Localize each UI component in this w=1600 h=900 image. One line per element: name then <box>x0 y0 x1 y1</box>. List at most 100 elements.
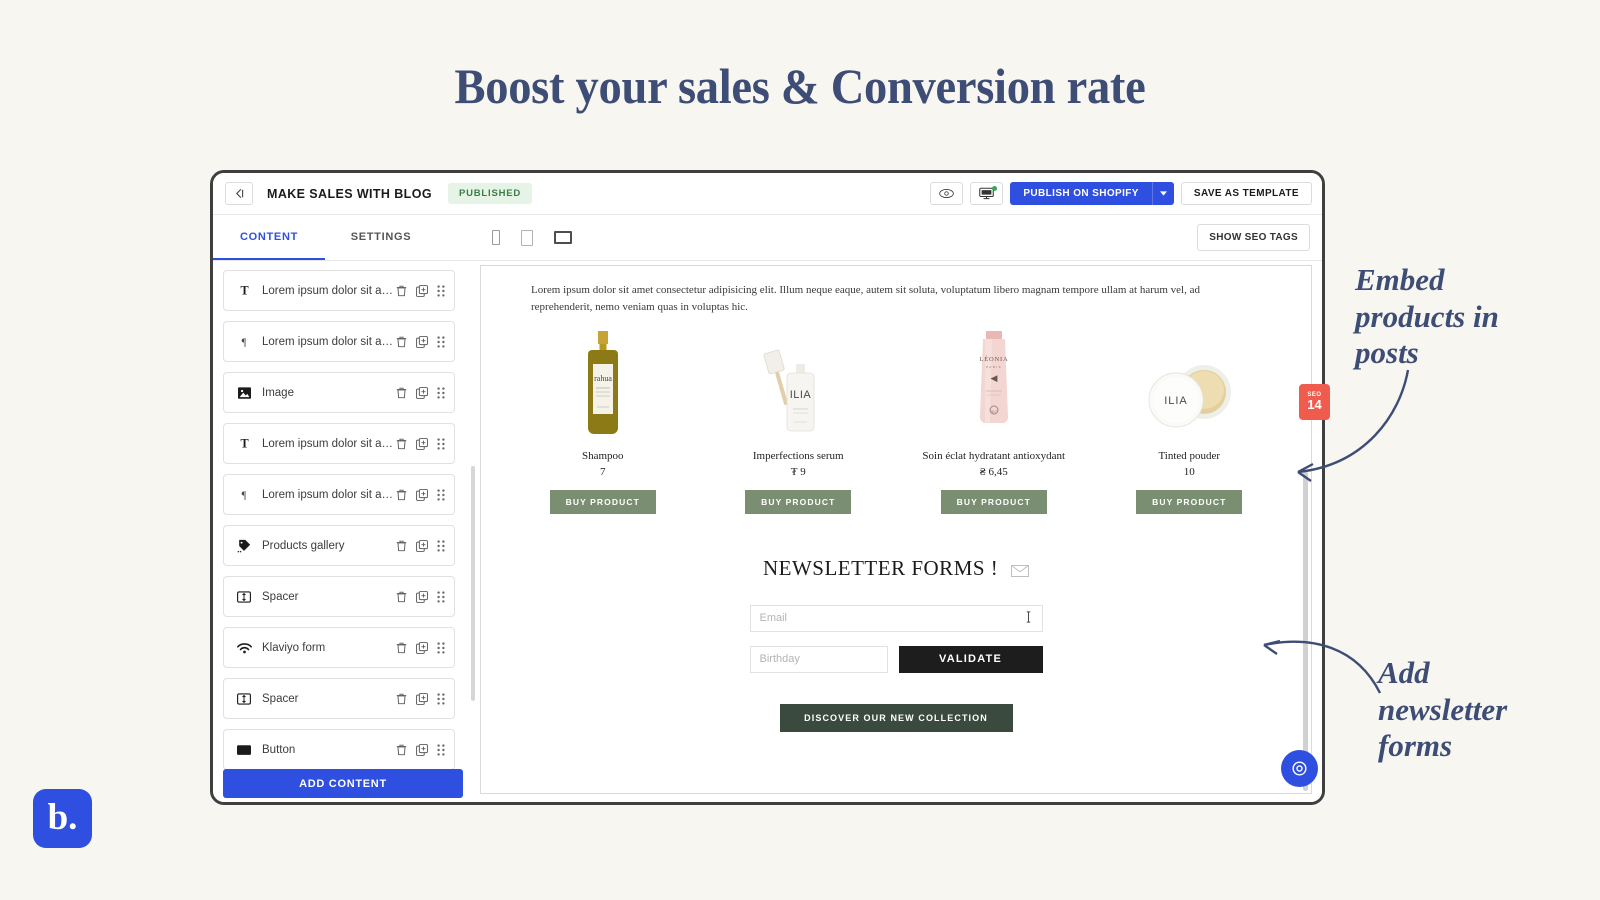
page-title: Boost your sales & Conversion rate <box>454 58 1146 114</box>
discover-collection-button[interactable]: DISCOVER OUR NEW COLLECTION <box>779 703 1013 732</box>
delete-icon[interactable] <box>396 489 407 501</box>
device-preview-switcher <box>492 229 572 246</box>
content-block-actions <box>396 590 445 603</box>
content-block-row[interactable]: Klaviyo form <box>223 627 455 668</box>
annotation-embed-products: Embed products in posts <box>1355 262 1499 371</box>
duplicate-icon[interactable] <box>416 335 428 348</box>
content-block-row[interactable]: Spacer <box>223 678 455 719</box>
email-field[interactable]: Email <box>749 604 1043 632</box>
drag-handle-icon[interactable] <box>437 488 445 501</box>
tablet-preview-icon[interactable] <box>521 229 533 246</box>
content-block-row[interactable]: ¶ Lorem ipsum dolor sit ame... <box>223 474 455 515</box>
product-card: ILIA Imperfections serum ₮ 9 BUY PRODUCT <box>701 326 897 515</box>
svg-text:ILIA: ILIA <box>790 389 812 401</box>
delete-icon[interactable] <box>396 744 407 756</box>
products-tag-icon <box>235 539 253 553</box>
drag-handle-icon[interactable] <box>437 641 445 654</box>
preview-button[interactable] <box>930 182 964 205</box>
validate-button[interactable]: VALIDATE <box>898 645 1043 673</box>
content-block-label: Lorem ipsum dolor sit ame... <box>262 488 396 501</box>
show-seo-tags-button[interactable]: SHOW SEO TAGS <box>1197 224 1310 251</box>
sync-status-dot <box>992 186 998 191</box>
back-button[interactable] <box>225 182 253 205</box>
buy-product-button[interactable]: BUY PRODUCT <box>1136 490 1243 515</box>
product-image: ILIA <box>1092 326 1288 436</box>
duplicate-icon[interactable] <box>416 284 428 297</box>
delete-icon[interactable] <box>396 387 407 399</box>
drag-handle-icon[interactable] <box>437 335 445 348</box>
product-name: Tinted pouder <box>1158 450 1221 463</box>
delete-icon[interactable] <box>396 642 407 654</box>
content-block-row[interactable]: ¶ Lorem ipsum dolor sit ame... <box>223 321 455 362</box>
content-block-row[interactable]: Products gallery <box>223 525 455 566</box>
duplicate-icon[interactable] <box>416 488 428 501</box>
content-block-row[interactable]: T Lorem ipsum dolor sit ame... <box>223 270 455 311</box>
content-block-list[interactable]: T Lorem ipsum dolor sit ame... ¶ Lorem ipsu… <box>223 270 463 769</box>
duplicate-icon[interactable] <box>416 437 428 450</box>
app-tabbar: CONTENT SETTINGS SHOW SEO TAGS <box>213 215 1322 261</box>
delete-icon[interactable] <box>396 285 407 297</box>
desktop-preview-icon[interactable] <box>554 231 572 244</box>
delete-icon[interactable] <box>396 591 407 603</box>
mobile-preview-icon[interactable] <box>492 230 500 245</box>
drag-handle-icon[interactable] <box>437 743 445 756</box>
content-block-row[interactable]: Image <box>223 372 455 413</box>
canvas-scrollbar[interactable] <box>1303 471 1308 791</box>
save-as-template-button[interactable]: SAVE AS TEMPLATE <box>1180 182 1312 205</box>
product-name: Shampoo <box>581 450 624 463</box>
birthday-field[interactable]: Birthday <box>749 645 888 673</box>
buy-product-button[interactable]: BUY PRODUCT <box>549 490 656 515</box>
content-block-label: Lorem ipsum dolor sit ame... <box>262 284 396 297</box>
sync-status-button[interactable] <box>970 182 1004 205</box>
publish-dropdown-button[interactable] <box>1151 182 1174 205</box>
content-block-row[interactable]: Spacer <box>223 576 455 617</box>
title-text-icon: T <box>235 284 253 297</box>
drag-handle-icon[interactable] <box>437 590 445 603</box>
title-text-icon: T <box>235 437 253 450</box>
duplicate-icon[interactable] <box>416 539 428 552</box>
help-beacon-button[interactable] <box>1281 750 1318 787</box>
delete-icon[interactable] <box>396 693 407 705</box>
duplicate-icon[interactable] <box>416 641 428 654</box>
tab-content[interactable]: CONTENT <box>213 215 325 260</box>
seo-badge-score: 14 <box>1307 396 1322 412</box>
buy-product-button[interactable]: BUY PRODUCT <box>745 490 852 515</box>
add-content-button[interactable]: ADD CONTENT <box>223 769 463 798</box>
content-block-label: Lorem ipsum dolor sit ame... <box>262 335 396 348</box>
drag-handle-icon[interactable] <box>437 386 445 399</box>
drag-handle-icon[interactable] <box>437 539 445 552</box>
seo-score-badge[interactable]: SEO 14 <box>1299 384 1330 420</box>
spacer-icon <box>235 692 253 705</box>
spacer-icon <box>235 590 253 603</box>
svg-text:◀: ◀ <box>990 373 997 383</box>
brand-logo-text: b. <box>47 796 78 838</box>
content-block-actions <box>396 692 445 705</box>
content-block-row[interactable]: T Lorem ipsum dolor sit ame... <box>223 423 455 464</box>
preview-canvas[interactable]: Lorem ipsum dolor sit amet consectetur a… <box>480 265 1312 794</box>
tab-settings[interactable]: SETTINGS <box>325 215 437 260</box>
drag-handle-icon[interactable] <box>437 284 445 297</box>
drag-handle-icon[interactable] <box>437 437 445 450</box>
svg-text:ILIA: ILIA <box>1164 395 1188 407</box>
buy-product-button[interactable]: BUY PRODUCT <box>940 490 1047 515</box>
back-arrow-icon <box>235 188 243 199</box>
envelope-icon <box>1011 558 1030 583</box>
delete-icon[interactable] <box>396 438 407 450</box>
app-window: MAKE SALES WITH BLOG PUBLISHED PUBLISH O… <box>210 170 1325 805</box>
duplicate-icon[interactable] <box>416 743 428 756</box>
duplicate-icon[interactable] <box>416 590 428 603</box>
text-cursor-icon <box>1024 611 1033 626</box>
duplicate-icon[interactable] <box>416 692 428 705</box>
sidebar: T Lorem ipsum dolor sit ame... ¶ Lorem ipsu… <box>213 261 475 802</box>
duplicate-icon[interactable] <box>416 386 428 399</box>
publish-on-shopify-button[interactable]: PUBLISH ON SHOPIFY <box>1010 182 1152 205</box>
delete-icon[interactable] <box>396 540 407 552</box>
product-price: ₴ 6,45 <box>979 466 1008 479</box>
content-block-label: Klaviyo form <box>262 641 326 654</box>
product-card: LÉONIA PARIS ◀ BIO Soin éclat hydratant anti… <box>896 326 1092 515</box>
delete-icon[interactable] <box>396 336 407 348</box>
content-block-row[interactable]: Button <box>223 729 455 769</box>
content-block-label: Image <box>262 386 294 399</box>
product-name: Imperfections serum <box>752 450 844 463</box>
drag-handle-icon[interactable] <box>437 692 445 705</box>
